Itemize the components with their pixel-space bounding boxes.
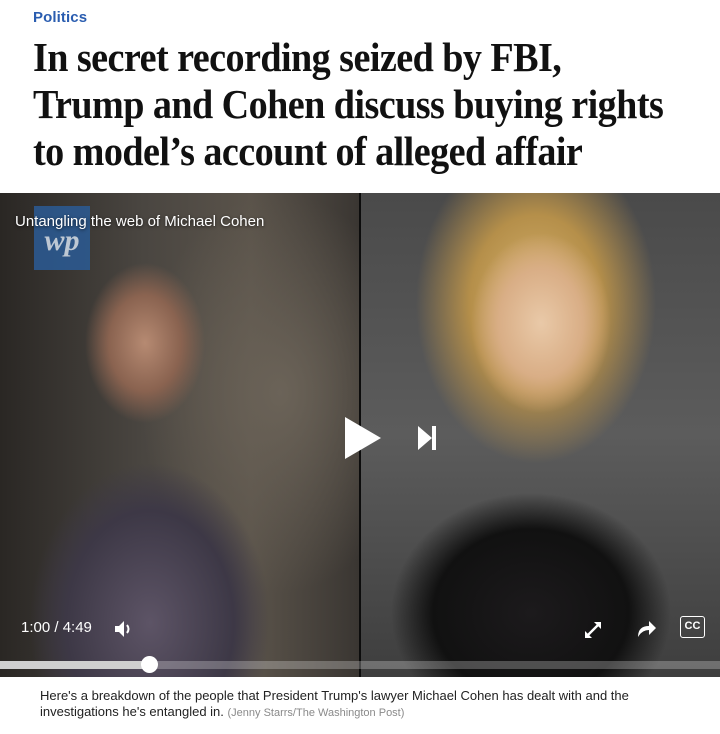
time-display: 1:00 / 4:49 [21, 619, 92, 636]
closed-captions-button[interactable]: CC [680, 616, 705, 638]
play-icon [345, 417, 381, 459]
photo-credit: (Jenny Starrs/The Washington Post) [227, 707, 405, 719]
video-title: Untangling the web of Michael Cohen [15, 213, 265, 230]
progress-fill [0, 661, 150, 669]
fullscreen-button[interactable] [582, 619, 604, 641]
expand-icon [585, 622, 601, 638]
video-player[interactable]: wp Untangling the web of Michael Cohen 1… [0, 193, 720, 677]
volume-icon [115, 621, 130, 637]
video-caption: Here's a breakdown of the people that Pr… [40, 688, 690, 721]
section-kicker[interactable]: Politics [33, 9, 87, 26]
progress-bar[interactable] [0, 656, 720, 673]
article-headline: In secret recording seized by FBI, Trump… [33, 34, 664, 174]
share-button[interactable] [634, 617, 658, 641]
next-video-button[interactable] [416, 423, 438, 453]
volume-button[interactable] [113, 618, 135, 640]
video-frame-right [361, 193, 720, 677]
skip-next-icon [418, 426, 436, 450]
play-button[interactable] [343, 415, 383, 461]
share-icon [638, 621, 656, 637]
